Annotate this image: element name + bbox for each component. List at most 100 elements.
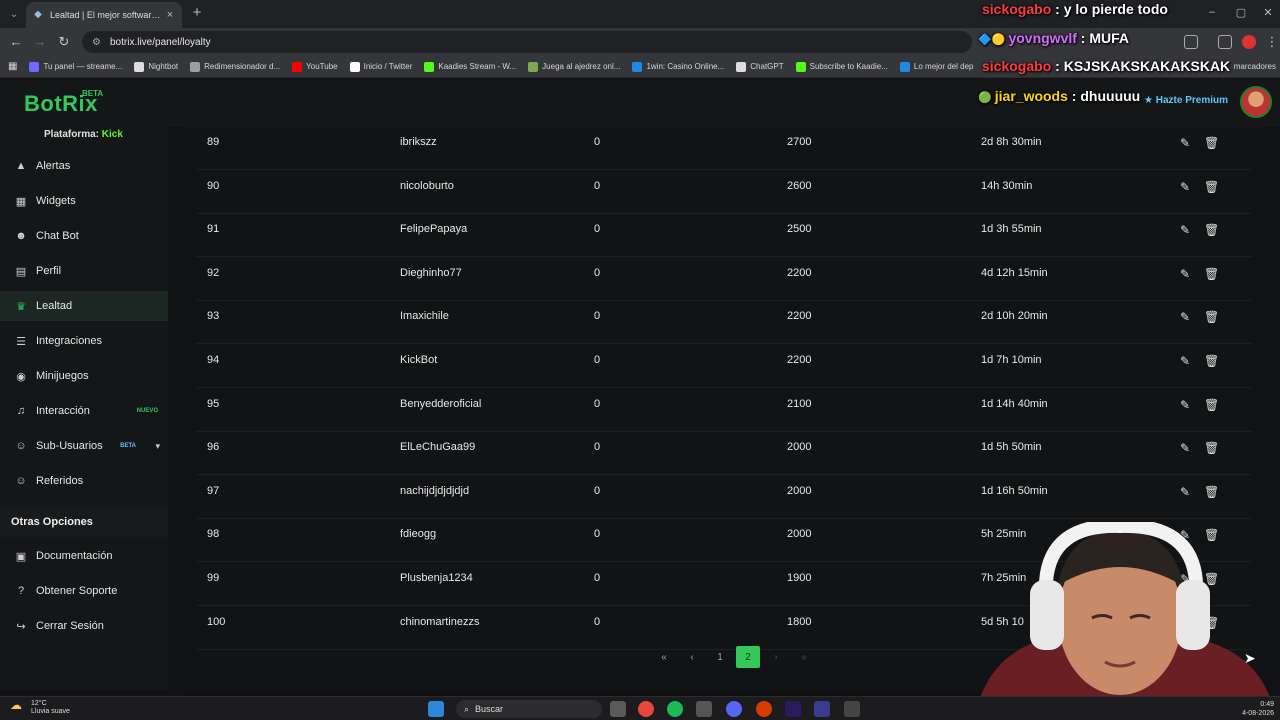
forward-icon[interactable]: → xyxy=(32,34,48,50)
discord-taskbar-icon[interactable] xyxy=(726,701,742,717)
page-1-button[interactable]: 1 xyxy=(706,646,734,668)
bookmark-item[interactable]: Tu panel — streame... xyxy=(29,61,122,72)
app-taskbar-icon[interactable] xyxy=(696,701,712,717)
points-cell: 1900 xyxy=(787,572,812,584)
edit-icon[interactable]: ✎ xyxy=(1178,354,1192,368)
value-cell: 0 xyxy=(594,397,601,410)
site-info-icon[interactable]: ⚙ xyxy=(92,37,104,48)
app-taskbar-icon[interactable] xyxy=(814,701,830,717)
casino-favicon-icon xyxy=(632,61,643,72)
bookmark-item[interactable]: Nightbot xyxy=(134,61,178,72)
edit-icon[interactable]: ✎ xyxy=(1178,310,1192,324)
app-taskbar-icon[interactable] xyxy=(844,701,860,717)
trash-icon[interactable]: 🗑 xyxy=(1204,180,1219,194)
sidebar-item-interacci-n[interactable]: ♫ Interacción NUEVO xyxy=(0,396,168,426)
bookmark-item[interactable]: Lo mejor del dep xyxy=(899,61,974,72)
gamepad-icon: ◉ xyxy=(16,370,26,383)
tab-title: Lealtad | El mejor software para xyxy=(50,10,164,20)
chevron-down-icon[interactable]: ▾ xyxy=(155,441,160,452)
sidebar-item-chat-bot[interactable]: ☻ Chat Bot xyxy=(0,221,168,251)
sidebar-item-label: Sub-Usuarios xyxy=(36,440,103,452)
trash-icon[interactable]: 🗑 xyxy=(1204,441,1219,455)
bookmark-favicon-icon xyxy=(134,61,145,72)
windows-taskbar: ☁ 12°C Lluvia suave ⌕ Buscar 0:49 4-08-2026 xyxy=(0,696,1280,720)
watchtime-cell: 14h 30min xyxy=(981,179,1033,192)
minimize-icon[interactable]: – xyxy=(1204,6,1220,18)
sidebar-item-lealtad[interactable]: ♛ Lealtad xyxy=(0,291,168,321)
maximize-icon[interactable]: ▢ xyxy=(1233,6,1249,19)
bookmark-item[interactable]: Kaadies Stream - W... xyxy=(424,61,516,72)
points-cell: 2500 xyxy=(787,223,812,236)
first-page-button[interactable]: « xyxy=(650,646,678,668)
sidebar-item-cerrar-sesi-n[interactable]: ↪ Cerrar Sesión xyxy=(0,611,168,641)
rank-cell: 92 xyxy=(207,266,220,279)
back-icon[interactable]: ← xyxy=(8,34,24,50)
task-view-icon[interactable] xyxy=(610,701,626,717)
edit-icon[interactable]: ✎ xyxy=(1178,223,1192,237)
table-row: 89 ibrikszz 0 2700 2d 8h 30min ✎ 🗑 xyxy=(196,127,1252,170)
trash-icon[interactable]: 🗑 xyxy=(1204,354,1219,368)
sidebar-item-referidos[interactable]: ☺ Referidos xyxy=(0,466,168,496)
new-tab-button[interactable]: + xyxy=(188,4,206,22)
edit-icon[interactable]: ✎ xyxy=(1178,485,1192,499)
avatar[interactable] xyxy=(1240,86,1272,118)
bookmark-item[interactable]: Inicio / Twitter xyxy=(349,61,412,72)
close-tab-icon[interactable]: × xyxy=(164,9,176,21)
windows-start-icon[interactable] xyxy=(428,701,444,717)
sidebar-item-widgets[interactable]: ▦ Widgets xyxy=(0,186,168,216)
edit-icon[interactable]: ✎ xyxy=(1178,398,1192,412)
browser-tab-active[interactable]: ◆ Lealtad | El mejor software para × xyxy=(26,2,182,28)
watchtime-cell: 1d 16h 50min xyxy=(981,484,1048,497)
trash-icon[interactable]: 🗑 xyxy=(1204,485,1219,499)
browser-menu-icon[interactable]: ⋮ xyxy=(1264,34,1280,50)
taskbar-search[interactable]: ⌕ Buscar xyxy=(456,700,602,718)
username-cell: Imaxichile xyxy=(400,310,449,323)
webcam-person-image xyxy=(980,522,1270,698)
next-page-button[interactable]: › xyxy=(762,646,790,668)
sidebar-item-perfil[interactable]: ▤ Perfil xyxy=(0,256,168,286)
sidebar-item-obtener-soporte[interactable]: ? Obtener Soporte xyxy=(0,576,168,606)
premium-button[interactable]: ★ Hazte Premium xyxy=(1144,95,1228,106)
edit-icon[interactable]: ✎ xyxy=(1178,441,1192,455)
trash-icon[interactable]: 🗑 xyxy=(1204,310,1219,324)
user-group-icon: ☺ xyxy=(15,475,27,487)
profile-icon[interactable] xyxy=(1242,35,1256,49)
trash-icon[interactable]: 🗑 xyxy=(1204,267,1219,281)
prev-page-button[interactable]: ‹ xyxy=(678,646,706,668)
bookmark-item[interactable]: ChatGPT xyxy=(736,61,784,72)
tab-search-chevron-icon[interactable]: ⌄ xyxy=(6,6,22,22)
trash-icon[interactable]: 🗑 xyxy=(1204,223,1219,237)
trash-icon[interactable]: 🗑 xyxy=(1204,398,1219,412)
premiere-taskbar-icon[interactable] xyxy=(785,701,801,717)
extension-icon[interactable] xyxy=(1184,35,1198,49)
trash-icon[interactable]: 🗑 xyxy=(1204,136,1219,150)
all-bookmarks-link[interactable]: marcadores xyxy=(1234,62,1280,71)
sidebar-item-alertas[interactable]: ▲ Alertas xyxy=(0,151,168,181)
bookmark-item[interactable]: Subscribe to Kaadie... xyxy=(795,61,888,72)
taskbar-clock[interactable]: 0:49 4-08-2026 xyxy=(1232,700,1274,718)
reload-icon[interactable]: ↻ xyxy=(56,34,72,50)
sidebar-item-minijuegos[interactable]: ◉ Minijuegos xyxy=(0,361,168,391)
bookmark-item[interactable]: YouTube xyxy=(292,61,338,72)
app-taskbar-icon[interactable] xyxy=(756,701,772,717)
edit-icon[interactable]: ✎ xyxy=(1178,267,1192,281)
bookmark-item[interactable]: 1win: Casino Online... xyxy=(632,61,724,72)
table-row: 91 FelipePapaya 0 2500 1d 3h 55min ✎ 🗑 xyxy=(196,214,1252,258)
url-field[interactable]: ⚙ botrix.live/panel/loyalty xyxy=(82,31,972,53)
apps-grid-icon[interactable]: ▦ xyxy=(8,61,17,72)
bookmark-item[interactable]: Juega al ajedrez onl... xyxy=(528,61,620,72)
sidebar-item-integraciones[interactable]: ☰ Integraciones xyxy=(0,326,168,356)
bookmark-item[interactable]: Redimensionador d... xyxy=(190,61,280,72)
pagination: « ‹ 1 2 › » xyxy=(650,646,818,668)
chrome-taskbar-icon[interactable] xyxy=(638,701,654,717)
close-window-icon[interactable]: ✕ xyxy=(1260,6,1276,19)
edit-icon[interactable]: ✎ xyxy=(1178,136,1192,150)
media-control-icon[interactable] xyxy=(1218,35,1232,49)
weather-widget[interactable]: ☁ 12°C Lluvia suave xyxy=(10,699,70,716)
sidebar-item-documentaci-n[interactable]: ▣ Documentación xyxy=(0,541,168,571)
last-page-button[interactable]: » xyxy=(790,646,818,668)
sidebar-item-sub-usuarios[interactable]: ☺ Sub-Usuarios BETA ▾ xyxy=(0,431,168,461)
page-2-button[interactable]: 2 xyxy=(736,646,760,668)
spotify-taskbar-icon[interactable] xyxy=(667,701,683,717)
edit-icon[interactable]: ✎ xyxy=(1178,180,1192,194)
